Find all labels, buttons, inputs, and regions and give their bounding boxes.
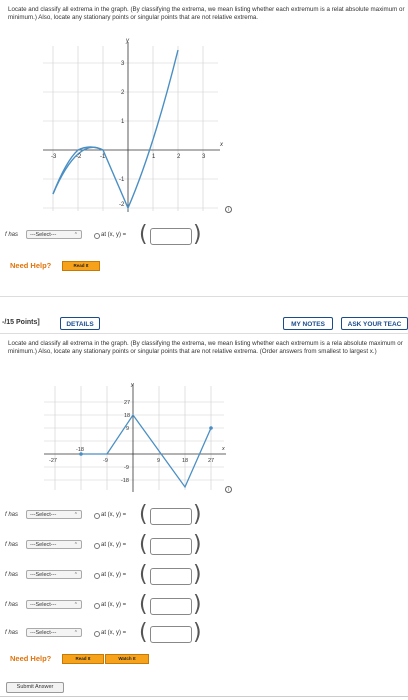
q2-curve <box>81 413 212 489</box>
right-paren: ) <box>193 502 202 527</box>
q1-graph: -3 -2 -1 1 2 3 3 2 1 -1 -2 x y <box>43 38 224 212</box>
right-paren: ) <box>193 562 202 587</box>
chevron-down-icon: ⌃ <box>73 630 78 636</box>
q1-extremum-select[interactable]: ---Select--- ⌃ <box>26 230 82 239</box>
q2-xtick-18: 18 <box>182 458 188 464</box>
radio-icon[interactable] <box>94 543 100 549</box>
q2-extremum-select[interactable]: ---Select--- ⌃ <box>26 600 82 609</box>
q2-at-label: at (x, y) = <box>101 572 127 578</box>
q1-xtick-1: 1 <box>152 154 156 160</box>
q2-coordinate-input[interactable] <box>150 508 192 525</box>
left-paren: ( <box>139 532 148 557</box>
q2-xtick-neg18: -18 <box>76 447 84 453</box>
q2-xtick-neg9: -9 <box>103 458 108 464</box>
chevron-down-icon: ⌃ <box>73 602 78 608</box>
details-button[interactable]: DETAILS <box>60 317 100 330</box>
q2-row-label: f has <box>5 572 19 578</box>
q2-extremum-select[interactable]: ---Select--- ⌃ <box>26 510 82 519</box>
q2-ytick-neg9: -9 <box>124 465 129 471</box>
q2-ytick-9: 9 <box>126 426 129 432</box>
left-paren: ( <box>139 502 148 527</box>
q2-xtick-neg27: -27 <box>49 458 57 464</box>
submit-answer-button[interactable]: Submit Answer <box>6 682 64 693</box>
left-paren: ( <box>139 592 148 617</box>
q1-xtick-neg1: -1 <box>100 154 106 160</box>
chevron-down-icon: ⌃ <box>73 542 78 548</box>
q2-xlabel: x <box>221 446 225 452</box>
q1-ylabel: y <box>125 38 130 44</box>
q1-need-help: Need Help? <box>10 261 52 270</box>
left-paren: ( <box>139 562 148 587</box>
my-notes-button[interactable]: MY NOTES <box>283 317 333 330</box>
q2-at-label: at (x, y) = <box>101 602 127 608</box>
divider <box>0 296 408 297</box>
q2-row-label: f has <box>5 542 19 548</box>
q2-row-label: f has <box>5 602 19 608</box>
q1-read-it-button[interactable]: Read It <box>62 261 100 271</box>
right-paren: ) <box>193 532 202 557</box>
q2-coordinate-input[interactable] <box>150 598 192 615</box>
q2-ytick-27: 27 <box>124 400 130 406</box>
q1-ytick-neg2: -2 <box>119 202 125 208</box>
right-paren: ) <box>193 592 202 617</box>
ask-teacher-button[interactable]: ASK YOUR TEAC <box>341 317 408 330</box>
right-paren: ) <box>193 222 202 247</box>
q2-coordinate-input[interactable] <box>150 568 192 585</box>
q1-ytick-1: 1 <box>121 119 125 125</box>
q1-coordinate-input[interactable] <box>150 228 192 245</box>
q2-at-label: at (x, y) = <box>101 630 127 636</box>
info-icon[interactable]: i <box>225 206 232 213</box>
q1-xtick-neg2: -2 <box>76 154 82 160</box>
q2-points: -/15 Points] <box>2 319 40 326</box>
divider <box>0 696 408 697</box>
q2-read-it-button[interactable]: Read It <box>62 654 104 664</box>
right-paren: ) <box>193 620 202 645</box>
q2-ytick-18: 18 <box>124 413 130 419</box>
chevron-down-icon: ⌃ <box>73 572 78 578</box>
q2-at-label: at (x, y) = <box>101 512 127 518</box>
q1-instructions: Locate and classify all extrema in the g… <box>8 6 405 21</box>
q1-xtick-2: 2 <box>177 154 181 160</box>
q2-coordinate-input[interactable] <box>150 538 192 555</box>
q2-xtick-27: 27 <box>208 458 214 464</box>
q2-instructions: Locate and classify all extrema in the g… <box>8 340 403 355</box>
q1-xtick-neg3: -3 <box>51 154 57 160</box>
radio-icon[interactable] <box>94 233 100 239</box>
q2-watch-it-button[interactable]: Watch It <box>105 654 149 664</box>
q2-endpoint-right <box>209 426 213 430</box>
q2-extremum-select[interactable]: ---Select--- ⌃ <box>26 628 82 637</box>
left-paren: ( <box>139 620 148 645</box>
q1-at-label: at (x, y) = <box>101 232 127 238</box>
q2-graph: -27 -18 -9 9 18 27 27 18 9 -9 -18 x y <box>44 382 226 492</box>
chevron-down-icon: ⌃ <box>73 512 78 518</box>
info-icon[interactable]: i <box>225 486 232 493</box>
chevron-down-icon: ⌃ <box>73 232 78 238</box>
q2-at-label: at (x, y) = <box>101 542 127 548</box>
q2-ylabel: y <box>130 382 135 388</box>
q2-need-help: Need Help? <box>10 654 52 663</box>
q1-curve <box>52 49 179 210</box>
q1-xlabel: x <box>219 142 224 148</box>
q2-ytick-neg18: -18 <box>121 478 129 484</box>
q2-coordinate-input[interactable] <box>150 626 192 643</box>
divider <box>0 333 408 334</box>
q2-row-label: f has <box>5 630 19 636</box>
radio-icon[interactable] <box>94 513 100 519</box>
q2-extremum-select[interactable]: ---Select--- ⌃ <box>26 570 82 579</box>
q1-ytick-3: 3 <box>121 61 125 67</box>
radio-icon[interactable] <box>94 603 100 609</box>
q1-xtick-3: 3 <box>202 154 206 160</box>
radio-icon[interactable] <box>94 573 100 579</box>
q2-xtick-9: 9 <box>157 458 160 464</box>
q1-ytick-neg1: -1 <box>119 177 125 183</box>
q2-row-label: f has <box>5 512 19 518</box>
q2-extremum-select[interactable]: ---Select--- ⌃ <box>26 540 82 549</box>
left-paren: ( <box>139 222 148 247</box>
q1-row-label: f has <box>5 232 19 238</box>
q1-ytick-2: 2 <box>121 90 125 96</box>
radio-icon[interactable] <box>94 631 100 637</box>
